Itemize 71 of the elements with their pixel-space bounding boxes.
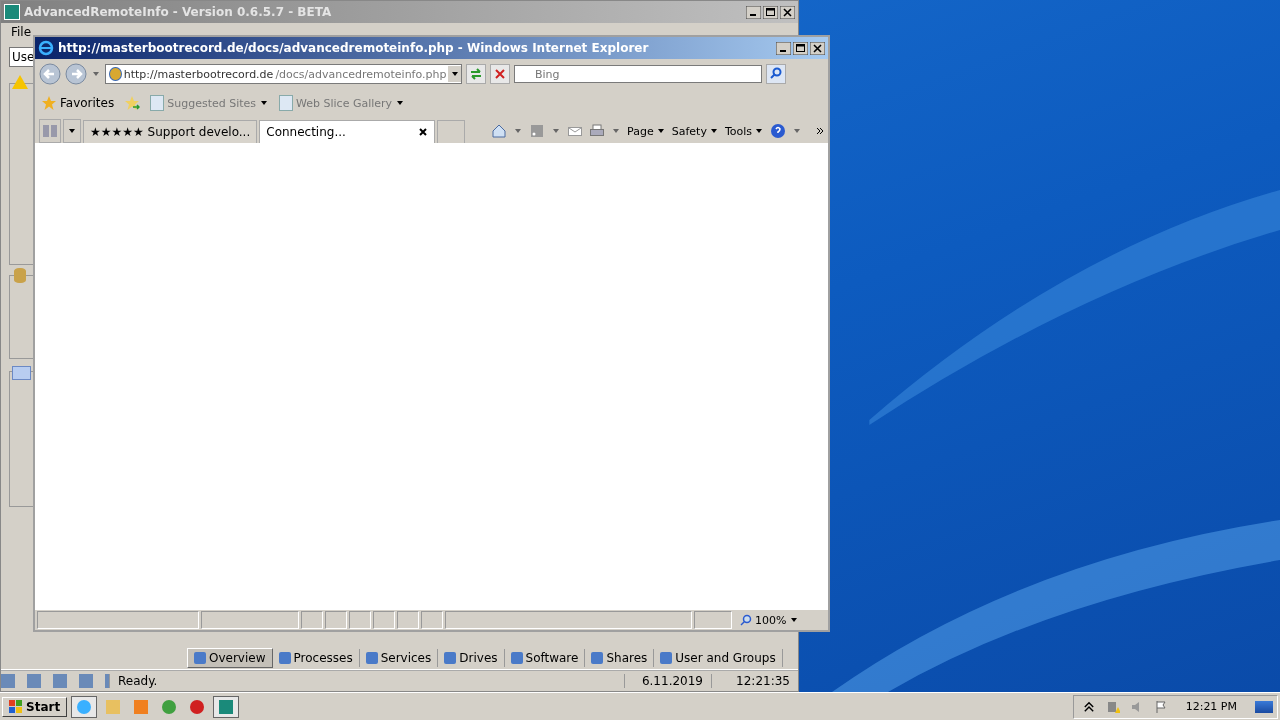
tab[interactable]: Shares xyxy=(585,649,655,667)
envelope-icon xyxy=(12,366,31,380)
user-combobox[interactable]: Use xyxy=(9,47,34,67)
status-pane xyxy=(301,611,323,629)
caret-icon[interactable] xyxy=(613,129,620,133)
tab[interactable]: Processes xyxy=(272,649,360,667)
status-message: Ready. xyxy=(109,674,624,688)
tab-icon xyxy=(591,652,604,664)
zoom-icon xyxy=(740,614,752,626)
tab[interactable]: Drives xyxy=(438,649,505,667)
zoom-control[interactable]: 100% xyxy=(734,613,826,627)
command-menu[interactable]: Page xyxy=(627,124,666,138)
windows-logo-icon xyxy=(9,699,23,714)
tab-icon xyxy=(194,652,206,664)
app-icon xyxy=(4,4,20,20)
tab-icon xyxy=(660,652,673,664)
chevron-icon[interactable] xyxy=(1081,699,1096,714)
status-pane xyxy=(349,611,371,629)
caret-icon[interactable] xyxy=(515,129,522,133)
close-icon[interactable] xyxy=(417,127,428,137)
window-title: AdvancedRemoteInfo - Version 0.6.5.7 - BETA xyxy=(24,5,333,19)
start-button[interactable]: Start xyxy=(2,696,68,717)
minimize-button[interactable] xyxy=(776,41,791,55)
browser-tab[interactable]: ★★★★★ Support develo... xyxy=(83,120,258,143)
favorites-button[interactable]: Favorites xyxy=(41,95,115,111)
help-icon[interactable] xyxy=(770,123,786,139)
database-icon xyxy=(14,268,26,283)
tab[interactable]: User and Groups xyxy=(654,649,783,667)
caret-icon[interactable] xyxy=(794,129,800,133)
flag-icon[interactable] xyxy=(1153,699,1168,714)
forward-button[interactable] xyxy=(65,63,87,85)
star-icon xyxy=(41,95,57,111)
browser-icon xyxy=(38,40,54,56)
app-taskbar-icon[interactable] xyxy=(213,695,240,718)
stop-button[interactable] xyxy=(490,64,510,84)
window-title: http://masterbootrecord.de/docs/advancedremoteinfo.php - Windows Internet Explorer xyxy=(58,41,650,55)
chevron-icon[interactable] xyxy=(816,127,824,135)
show-desktop-button[interactable] xyxy=(1255,700,1273,713)
command-menu[interactable]: Tools xyxy=(724,124,764,138)
status-pane xyxy=(325,611,347,629)
address-field[interactable]: http://masterbootrecord.de /docs/advancedremoteinfo.php xyxy=(105,64,462,84)
close-button[interactable] xyxy=(810,41,825,55)
browser-tab[interactable]: Connecting... xyxy=(259,120,435,143)
caret-icon[interactable] xyxy=(93,72,99,76)
command-menu[interactable]: Safety xyxy=(671,124,719,138)
back-button[interactable] xyxy=(39,63,61,85)
network-icon[interactable] xyxy=(1105,699,1120,714)
tab[interactable]: Software xyxy=(504,649,586,667)
status-time: 12:21:35 xyxy=(711,674,798,688)
caret-icon[interactable] xyxy=(553,129,560,133)
status-pane xyxy=(421,611,443,629)
search-field[interactable]: Bing xyxy=(514,65,762,83)
tab[interactable]: Services xyxy=(359,649,439,667)
home-icon[interactable] xyxy=(491,123,508,139)
tab-icon xyxy=(278,652,291,664)
tab-icon xyxy=(444,652,457,664)
status-pane xyxy=(373,611,395,629)
menu-item[interactable]: File xyxy=(7,25,36,39)
browser-taskbar-icon[interactable] xyxy=(71,695,98,718)
tab[interactable]: Overview xyxy=(187,648,273,668)
clock[interactable]: 12:21 PM xyxy=(1177,700,1245,713)
print-icon[interactable] xyxy=(589,123,606,139)
dropdown-button[interactable] xyxy=(448,66,461,82)
tab-icon xyxy=(510,652,523,664)
refresh-button[interactable] xyxy=(466,64,486,84)
tab-icon xyxy=(365,652,378,664)
status-pane xyxy=(397,611,419,629)
search-button[interactable] xyxy=(766,64,786,84)
status-date: 6.11.2019 xyxy=(624,674,711,688)
maximize-button[interactable] xyxy=(793,41,808,55)
add-favorite-icon[interactable] xyxy=(124,95,141,111)
